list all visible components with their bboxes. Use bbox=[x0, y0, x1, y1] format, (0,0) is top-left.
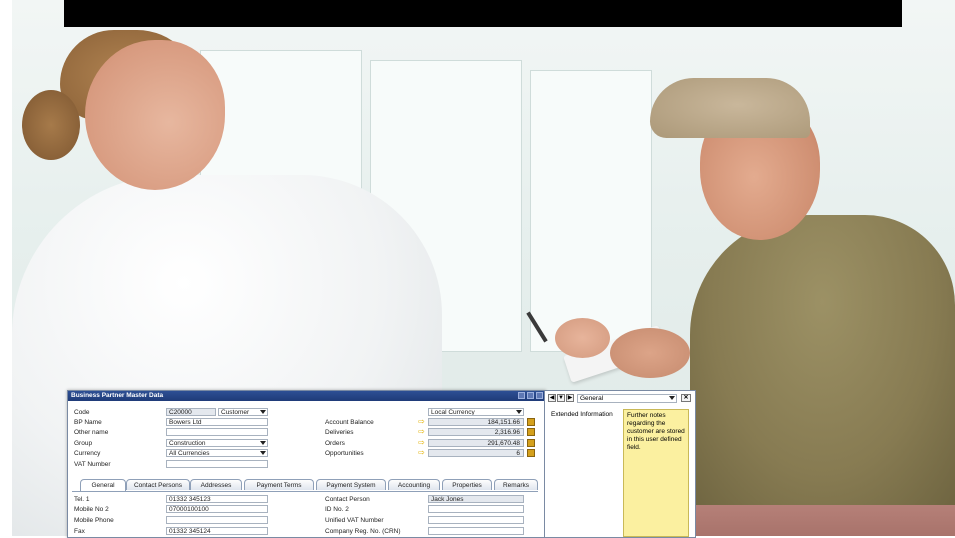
user-defined-fields-panel: ◀ ▼ ▶ General ✕ Extended Information Fur… bbox=[544, 390, 696, 538]
courier-hand bbox=[610, 328, 690, 378]
minimize-icon[interactable] bbox=[518, 392, 525, 399]
mobile2-field[interactable]: 07000100100 bbox=[166, 505, 268, 513]
window-title: Business Partner Master Data bbox=[71, 392, 164, 399]
courier-cap bbox=[650, 78, 810, 138]
vat-number-field[interactable] bbox=[166, 460, 268, 468]
tel1-label: Tel. 1 bbox=[74, 496, 90, 503]
chevron-down-icon bbox=[669, 396, 675, 400]
other-name-field[interactable] bbox=[166, 428, 268, 436]
opportunities-field: 6 bbox=[428, 449, 524, 457]
bp-type-value: Customer bbox=[221, 409, 250, 416]
extended-information-text: Further notes regarding the customer are… bbox=[627, 412, 685, 451]
currency-value: All Currencies bbox=[169, 450, 210, 457]
link-arrow-icon[interactable]: ⇨ bbox=[418, 418, 427, 426]
other-name-label: Other name bbox=[74, 429, 109, 436]
window-title-bar[interactable]: Business Partner Master Data bbox=[68, 391, 545, 401]
maximize-icon[interactable] bbox=[527, 392, 534, 399]
mobile2-label: Mobile No 2 bbox=[74, 506, 109, 513]
bp-name-field[interactable]: Bowers Ltd bbox=[166, 418, 268, 426]
chevron-down-icon[interactable]: ▼ bbox=[557, 394, 565, 402]
orders-label: Orders bbox=[325, 440, 345, 447]
tab-payment-terms[interactable]: Payment Terms bbox=[244, 479, 314, 490]
group-label: Group bbox=[74, 440, 93, 447]
id2-field[interactable] bbox=[428, 505, 524, 513]
account-balance-field: 184,151.66 bbox=[428, 418, 524, 426]
fax-label: Fax bbox=[74, 528, 85, 535]
woman-hand bbox=[555, 318, 610, 358]
chart-drill-icon[interactable] bbox=[527, 428, 535, 436]
currency-label: Currency bbox=[74, 450, 101, 457]
close-icon[interactable]: ✕ bbox=[681, 394, 691, 402]
bp-type-select[interactable]: Customer bbox=[218, 408, 268, 416]
balance-currency-select[interactable]: Local Currency bbox=[428, 408, 524, 416]
tab-accounting[interactable]: Accounting bbox=[388, 479, 440, 490]
tab-addresses[interactable]: Addresses bbox=[190, 479, 242, 490]
contact-person-field[interactable]: Jack Jones bbox=[428, 495, 524, 503]
opportunities-label: Opportunities bbox=[325, 450, 364, 457]
group-select[interactable]: Construction bbox=[166, 439, 268, 447]
tab-remarks[interactable]: Remarks bbox=[494, 479, 538, 490]
account-balance-label: Account Balance bbox=[325, 419, 374, 426]
deliveries-label: Deliveries bbox=[325, 429, 354, 436]
unified-vat-label: Unified VAT Number bbox=[325, 517, 384, 524]
tab-payment-system[interactable]: Payment System bbox=[316, 479, 386, 490]
chevron-down-icon bbox=[260, 451, 266, 455]
currency-select[interactable]: All Currencies bbox=[166, 449, 268, 457]
extended-information-label: Extended Information bbox=[551, 411, 613, 418]
tab-contact-persons[interactable]: Contact Persons bbox=[126, 479, 190, 490]
vat-number-label: VAT Number bbox=[74, 461, 111, 468]
woman-head bbox=[85, 40, 225, 190]
wall-edge bbox=[0, 0, 12, 536]
link-arrow-icon[interactable]: ⇨ bbox=[418, 439, 427, 447]
deliveries-field: 2,316.96 bbox=[428, 428, 524, 436]
courier-shirt bbox=[690, 215, 955, 505]
tab-properties[interactable]: Properties bbox=[442, 479, 492, 490]
chart-drill-icon[interactable] bbox=[527, 449, 535, 457]
udf-category-select[interactable]: General bbox=[577, 394, 677, 403]
fax-field[interactable]: 01332 345124 bbox=[166, 527, 268, 535]
company-reg-label: Company Reg. No. (CRN) bbox=[325, 528, 401, 535]
link-arrow-icon[interactable]: ⇨ bbox=[418, 428, 427, 436]
chevron-down-icon bbox=[260, 441, 266, 445]
chart-drill-icon[interactable] bbox=[527, 439, 535, 447]
group-value: Construction bbox=[169, 440, 206, 447]
code-label: Code bbox=[74, 409, 90, 416]
extended-information-field[interactable]: Further notes regarding the customer are… bbox=[623, 409, 689, 537]
mobile-phone-label: Mobile Phone bbox=[74, 517, 114, 524]
chart-drill-icon[interactable] bbox=[527, 418, 535, 426]
chevron-down-icon bbox=[516, 410, 522, 414]
mobile-phone-field[interactable] bbox=[166, 516, 268, 524]
woman-hair-bun bbox=[22, 90, 80, 160]
chevron-down-icon bbox=[260, 410, 266, 414]
arrow-left-icon[interactable]: ◀ bbox=[548, 394, 556, 402]
window-pane bbox=[530, 70, 652, 352]
orders-field: 291,670.48 bbox=[428, 439, 524, 447]
bp-name-label: BP Name bbox=[74, 419, 102, 426]
business-partner-window[interactable]: Business Partner Master Data Code C20000… bbox=[67, 390, 546, 538]
udf-category-value: General bbox=[580, 395, 604, 402]
top-black-bar bbox=[64, 0, 902, 27]
code-field[interactable]: C20000 bbox=[166, 408, 216, 416]
id2-label: ID No. 2 bbox=[325, 506, 349, 513]
tab-general[interactable]: General bbox=[80, 479, 126, 491]
unified-vat-field[interactable] bbox=[428, 516, 524, 524]
arrow-right-icon[interactable]: ▶ bbox=[566, 394, 574, 402]
close-icon[interactable] bbox=[536, 392, 543, 399]
company-reg-field[interactable] bbox=[428, 527, 524, 535]
balance-currency-value: Local Currency bbox=[431, 409, 475, 416]
link-arrow-icon[interactable]: ⇨ bbox=[418, 449, 427, 457]
tel1-field[interactable]: 01332 345123 bbox=[166, 495, 268, 503]
contact-person-label: Contact Person bbox=[325, 496, 370, 503]
